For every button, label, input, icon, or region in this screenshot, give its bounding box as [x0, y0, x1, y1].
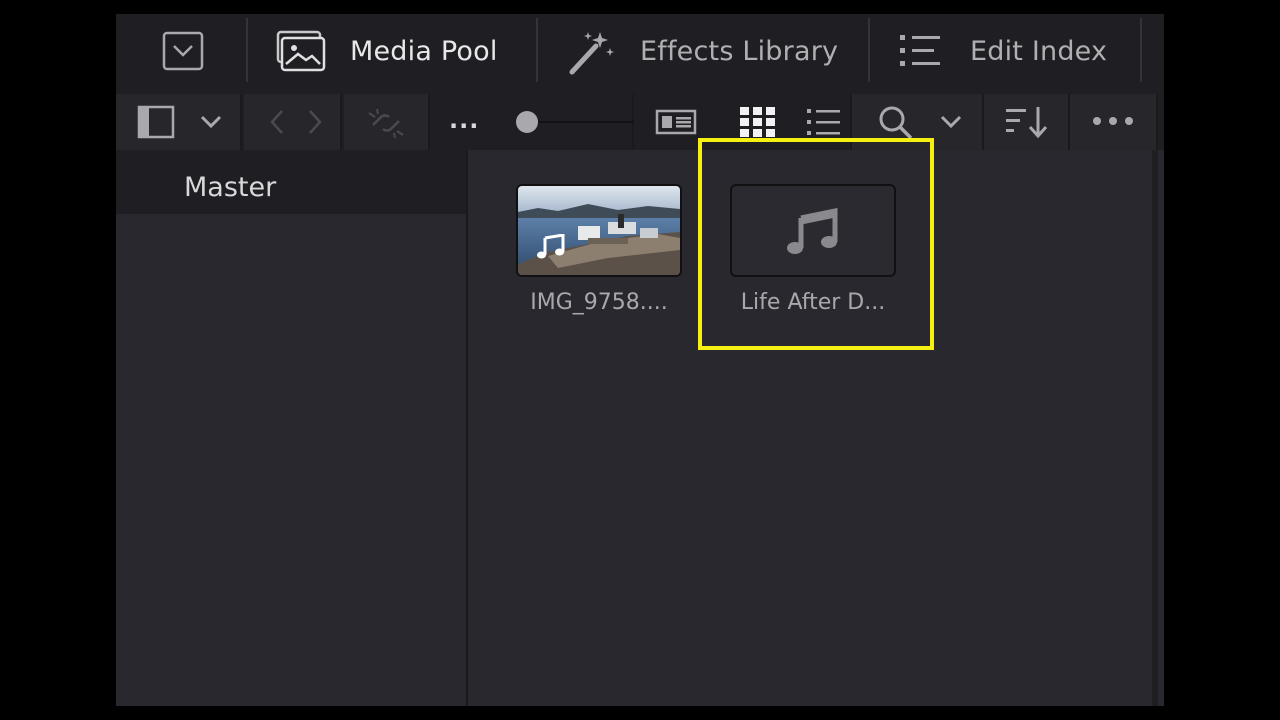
- navigation-group: [244, 94, 342, 150]
- tab-effects-library[interactable]: Effects Library: [566, 14, 838, 88]
- metadata-view-button[interactable]: [654, 107, 698, 137]
- tab-media-pool[interactable]: Media Pool: [274, 14, 498, 88]
- tab-divider: [246, 18, 248, 82]
- sort-button[interactable]: [1004, 104, 1050, 140]
- forward-icon: [309, 110, 322, 134]
- options-group: [1070, 94, 1158, 150]
- music-note-icon: [787, 208, 838, 254]
- clip-browser: IMG_9758.... Life After D...: [470, 150, 1158, 706]
- list-view-button[interactable]: [806, 105, 842, 139]
- image-stack-icon: [276, 30, 326, 72]
- back-icon: [270, 110, 283, 134]
- tab-edit-index[interactable]: Edit Index: [898, 14, 1107, 88]
- bin-list: Master: [116, 150, 468, 706]
- media-pool-toolbar: ...: [116, 94, 1164, 150]
- clip-item[interactable]: IMG_9758....: [516, 184, 682, 324]
- thumbnail-view-icon: [740, 107, 775, 137]
- clip-thumbnail: [516, 184, 682, 277]
- thumbnail-view-button[interactable]: [738, 104, 778, 140]
- metadata-view-icon: [655, 109, 697, 135]
- chevron-down-icon: [200, 115, 222, 129]
- clip-thumbnail: [730, 184, 896, 277]
- list-icon: [900, 35, 940, 66]
- more-options-icon: [1093, 117, 1133, 125]
- magic-wand-icon: [569, 32, 614, 75]
- sort-group: [984, 94, 1070, 150]
- panel-toggle-icon: [137, 105, 175, 139]
- tab-effects-library-label: Effects Library: [640, 35, 839, 67]
- music-note-icon: [537, 234, 565, 259]
- more-options-button[interactable]: [1090, 108, 1136, 134]
- unlink-icon: [368, 108, 404, 139]
- bin-list-dropdown-button[interactable]: [196, 108, 226, 136]
- clip-name: IMG_9758....: [530, 290, 668, 315]
- media-pool-body: Master IMG_9758.... Life After D...: [116, 150, 1164, 706]
- tab-edit-index-label: Edit Index: [970, 35, 1108, 67]
- bin-item-master[interactable]: Master: [116, 150, 466, 214]
- thumbnail-zoom-track[interactable]: [525, 121, 651, 123]
- clip-name: Life After D...: [740, 290, 886, 315]
- tab-divider: [868, 18, 870, 82]
- tab-divider: [1140, 18, 1142, 82]
- lake-scene-thumbnail: [518, 186, 680, 275]
- sort-icon: [1006, 107, 1048, 139]
- clip-item[interactable]: Life After D...: [730, 184, 896, 324]
- search-icon: [879, 106, 913, 140]
- unlink-button[interactable]: [364, 104, 408, 142]
- panel-toggle-group: [116, 94, 242, 150]
- panel-tab-bar: Media Pool Effects Library Edit Index: [116, 14, 1164, 94]
- back-button[interactable]: [264, 108, 290, 136]
- search-button[interactable]: [876, 104, 916, 142]
- search-group: [852, 94, 984, 150]
- list-view-icon: [807, 109, 840, 135]
- bin-list-toggle-button[interactable]: [136, 104, 176, 140]
- thumbnail-zoom-slider[interactable]: [516, 111, 538, 133]
- tab-media-pool-label: Media Pool: [350, 35, 498, 67]
- search-dropdown-button[interactable]: [936, 108, 966, 136]
- chevron-down-icon: [940, 115, 962, 129]
- panel-collapse-button[interactable]: [162, 14, 204, 88]
- media-pool-window: Media Pool Effects Library Edit Index ..…: [116, 14, 1164, 706]
- link-group: [344, 94, 430, 150]
- path-overflow-label[interactable]: ...: [449, 106, 479, 134]
- forward-button[interactable]: [302, 108, 328, 136]
- tab-divider: [536, 18, 538, 82]
- chevron-down-box-icon: [162, 31, 204, 71]
- bin-item-label: Master: [184, 172, 277, 203]
- scrollbar-track[interactable]: [1152, 150, 1158, 706]
- view-mode-group: [634, 94, 852, 150]
